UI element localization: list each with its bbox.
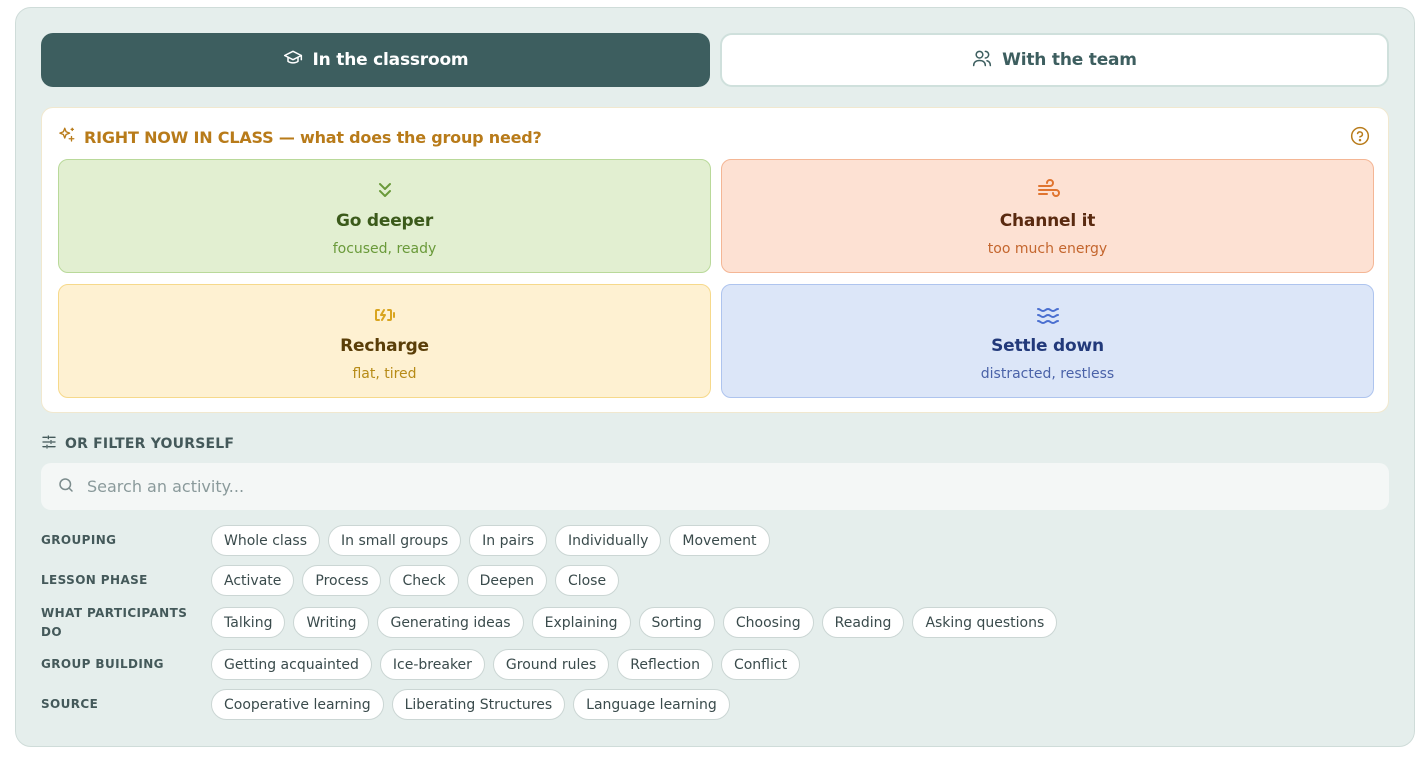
search-input[interactable]: [87, 477, 1287, 496]
chip-language-learning[interactable]: Language learning: [573, 689, 730, 720]
chip-talking[interactable]: Talking: [211, 607, 286, 638]
tab-in-the-classroom[interactable]: In the classroom: [41, 33, 710, 87]
chip-whole-class[interactable]: Whole class: [211, 525, 320, 556]
mood-label: Go deeper: [335, 211, 434, 231]
chip-asking-questions[interactable]: Asking questions: [912, 607, 1058, 638]
chevrons-down-icon: [372, 177, 398, 203]
chip-liberating-structures[interactable]: Liberating Structures: [391, 689, 566, 720]
chip-writing[interactable]: Writing: [293, 607, 370, 638]
mood-recharge[interactable]: Recharge flat, tired: [58, 284, 711, 398]
chip-close[interactable]: Close: [554, 565, 620, 596]
filter-row-label: SOURCE: [41, 697, 99, 711]
chip-generating-ideas[interactable]: Generating ideas: [377, 607, 524, 638]
right-now-card: RIGHT NOW IN CLASS — what does the group…: [41, 107, 1389, 413]
filter-row-label: WHAT PARTICIPANTS DO: [41, 606, 188, 639]
right-now-heading: RIGHT NOW IN CLASS — what does the group…: [58, 126, 542, 148]
mood-channel-it[interactable]: Channel it too much energy: [721, 159, 1374, 273]
chip-choosing[interactable]: Choosing: [722, 607, 814, 638]
filter-heading: OR FILTER YOURSELF: [41, 434, 234, 454]
chip-ice-breaker[interactable]: Ice-breaker: [379, 649, 485, 680]
chip-cooperative-learning[interactable]: Cooperative learning: [211, 689, 384, 720]
filter-row-label: LESSON PHASE: [41, 573, 148, 587]
mood-label: Settle down: [991, 336, 1104, 356]
chip-getting-acquainted[interactable]: Getting acquainted: [211, 649, 372, 680]
filter-row-label: GROUPING: [41, 533, 117, 547]
mood-label: Channel it: [999, 211, 1096, 231]
help-circle-icon[interactable]: [1350, 126, 1370, 146]
tab-with-the-team[interactable]: With the team: [720, 33, 1389, 87]
battery-charging-icon: [372, 302, 398, 328]
chip-reading[interactable]: Reading: [821, 607, 905, 638]
chip-explaining[interactable]: Explaining: [531, 607, 631, 638]
filter-row-label: GROUP BUILDING: [41, 657, 164, 671]
tab-label: In the classroom: [312, 50, 469, 70]
users-icon: [972, 48, 992, 73]
sliders-icon: [41, 434, 57, 454]
mood-go-deeper[interactable]: Go deeper focused, ready: [58, 159, 711, 273]
mood-label: Recharge: [340, 336, 429, 356]
mood-settle-down[interactable]: Settle down distracted, restless: [721, 284, 1374, 398]
graduation-cap-icon: [283, 48, 303, 73]
chip-process[interactable]: Process: [302, 565, 382, 596]
chip-conflict[interactable]: Conflict: [720, 649, 801, 680]
mood-description: too much energy: [987, 241, 1108, 257]
filter-heading-label: OR FILTER YOURSELF: [65, 436, 235, 452]
search-box: [41, 463, 1389, 510]
wind-icon: [1035, 177, 1061, 203]
chip-movement[interactable]: Movement: [669, 525, 770, 556]
chip-deepen[interactable]: Deepen: [466, 565, 547, 596]
tab-label: With the team: [1002, 50, 1137, 70]
chip-check[interactable]: Check: [389, 565, 459, 596]
mood-description: distracted, restless: [980, 366, 1115, 382]
right-now-title: RIGHT NOW IN CLASS — what does the group…: [84, 127, 542, 147]
search-icon: [41, 476, 75, 498]
chip-activate[interactable]: Activate: [211, 565, 295, 596]
chip-in-small-groups[interactable]: In small groups: [328, 525, 462, 556]
chip-sorting[interactable]: Sorting: [638, 607, 715, 638]
mood-description: flat, tired: [352, 366, 417, 382]
chip-reflection[interactable]: Reflection: [617, 649, 713, 680]
mood-description: focused, ready: [332, 241, 437, 257]
sparkles-icon: [58, 126, 76, 148]
waves-icon: [1035, 302, 1061, 328]
chip-ground-rules[interactable]: Ground rules: [492, 649, 610, 680]
chip-individually[interactable]: Individually: [555, 525, 662, 556]
chip-in-pairs[interactable]: In pairs: [469, 525, 548, 556]
